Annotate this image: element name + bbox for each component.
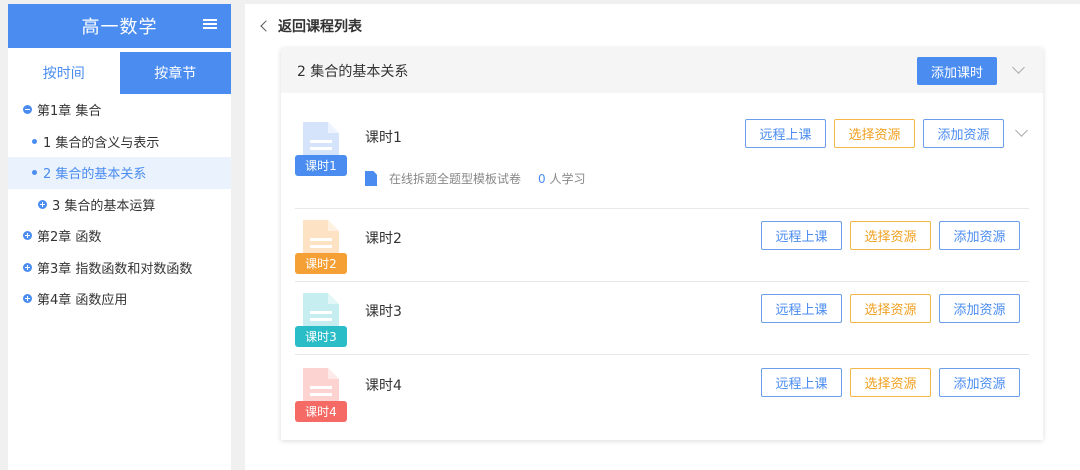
tree-section-1-2[interactable]: 2 集合的基本关系: [8, 157, 231, 189]
add-resource-button[interactable]: 添加资源: [939, 368, 1020, 397]
back-label: 返回课程列表: [278, 19, 362, 35]
lesson-badge: 课时1: [305, 159, 337, 173]
expand-icon[interactable]: [23, 294, 32, 304]
tree-item-label: 2 集合的基本关系: [43, 167, 147, 183]
remote-class-button[interactable]: 远程上课: [745, 119, 826, 148]
tab-by-chapter[interactable]: 按章节: [119, 52, 231, 94]
bullet-icon: [32, 138, 37, 144]
lesson-name: 课时2: [365, 231, 402, 247]
remote-class-button[interactable]: 远程上课: [761, 368, 842, 397]
tree-item-label: 1 集合的含义与表示: [43, 135, 160, 151]
lesson-row: 课时4 课时4 远程上课 选择资源 添加资源: [281, 354, 1043, 434]
lesson-row: 课时1 课时1 远程上课 选择资源 添加资源 在线拆题全题型模板试卷 0 人学习: [281, 93, 1043, 207]
bullet-icon: [32, 170, 37, 176]
tree-item-label: 第2章 函数: [37, 230, 102, 246]
section-header: 2 集合的基本关系 添加课时: [281, 48, 1043, 93]
remote-class-button[interactable]: 远程上课: [761, 294, 842, 323]
expand-icon[interactable]: [23, 262, 32, 272]
lesson-name: 课时1: [365, 130, 402, 146]
tree-item-label: 第3章 指数函数和对数函数: [37, 261, 193, 277]
add-resource-button[interactable]: 添加资源: [939, 294, 1020, 323]
sidebar-header: 高一数学: [8, 4, 231, 48]
chevron-left-icon: [260, 20, 272, 32]
section-card: 2 集合的基本关系 添加课时 课时1 课时1 远程上课 选择资源 添加资源 在线…: [281, 48, 1043, 440]
select-resource-button[interactable]: 选择资源: [850, 368, 931, 397]
tree-chapter-3[interactable]: 第3章 指数函数和对数函数: [8, 252, 231, 284]
tree-item-label: 第4章 函数应用: [37, 293, 128, 309]
tree-chapter-1[interactable]: 第1章 集合: [8, 94, 231, 126]
lesson-doc-icon: 课时3: [295, 293, 347, 347]
lesson-doc-icon: 课时1: [295, 122, 347, 176]
lesson-doc-icon: 课时4: [295, 368, 347, 422]
tree-item-label: 3 集合的基本运算: [52, 198, 156, 214]
main-panel: 返回课程列表 2 集合的基本关系 添加课时 课时1 课时1 远程上课 选择资源 …: [245, 4, 1080, 470]
back-link[interactable]: 返回课程列表: [260, 16, 362, 36]
lesson-name: 课时4: [365, 378, 402, 394]
lesson-badge: 课时4: [305, 405, 337, 419]
lesson-doc-icon: 课时2: [295, 220, 347, 274]
course-title: 高一数学: [81, 17, 158, 38]
collapse-icon[interactable]: [23, 105, 32, 115]
lesson-badge: 课时3: [305, 330, 337, 344]
tree-chapter-2[interactable]: 第2章 函数: [8, 220, 231, 252]
select-resource-button[interactable]: 选择资源: [850, 221, 931, 250]
expand-icon[interactable]: [23, 231, 32, 241]
lesson-row: 课时2 课时2 远程上课 选择资源 添加资源: [281, 208, 1043, 281]
learner-count: 0 人学习: [538, 172, 586, 186]
resource-item[interactable]: 在线拆题全题型模板试卷 0 人学习: [365, 170, 586, 187]
resource-title: 在线拆题全题型模板试卷: [389, 172, 522, 186]
tree-chapter-4[interactable]: 第4章 函数应用: [8, 283, 231, 315]
chevron-down-icon[interactable]: [1012, 61, 1025, 74]
tree-section-1-1[interactable]: 1 集合的含义与表示: [8, 126, 231, 158]
add-resource-button[interactable]: 添加资源: [939, 221, 1020, 250]
tree-section-1-3[interactable]: 3 集合的基本运算: [8, 189, 231, 221]
select-resource-button[interactable]: 选择资源: [850, 294, 931, 323]
expand-icon[interactable]: [38, 199, 47, 209]
tab-by-time[interactable]: 按时间: [8, 52, 120, 94]
add-lesson-button[interactable]: 添加课时: [917, 57, 997, 85]
view-tabs: 按时间 按章节: [8, 52, 231, 94]
chevron-down-icon[interactable]: [1015, 124, 1028, 137]
tree-item-label: 第1章 集合: [37, 104, 102, 120]
sidebar: 高一数学 按时间 按章节 第1章 集合 1 集合的含义与表示 2 集合的基本关系…: [8, 4, 231, 470]
lesson-badge: 课时2: [305, 257, 337, 271]
section-title: 2 集合的基本关系: [297, 63, 409, 80]
add-resource-button[interactable]: 添加资源: [923, 119, 1004, 148]
select-resource-button[interactable]: 选择资源: [834, 119, 915, 148]
menu-icon[interactable]: [203, 17, 217, 31]
chapter-tree: 第1章 集合 1 集合的含义与表示 2 集合的基本关系 3 集合的基本运算 第2…: [8, 94, 231, 315]
remote-class-button[interactable]: 远程上课: [761, 221, 842, 250]
lesson-name: 课时3: [365, 304, 402, 320]
lesson-row: 课时3 课时3 远程上课 选择资源 添加资源: [281, 281, 1043, 354]
file-icon: [365, 171, 377, 186]
